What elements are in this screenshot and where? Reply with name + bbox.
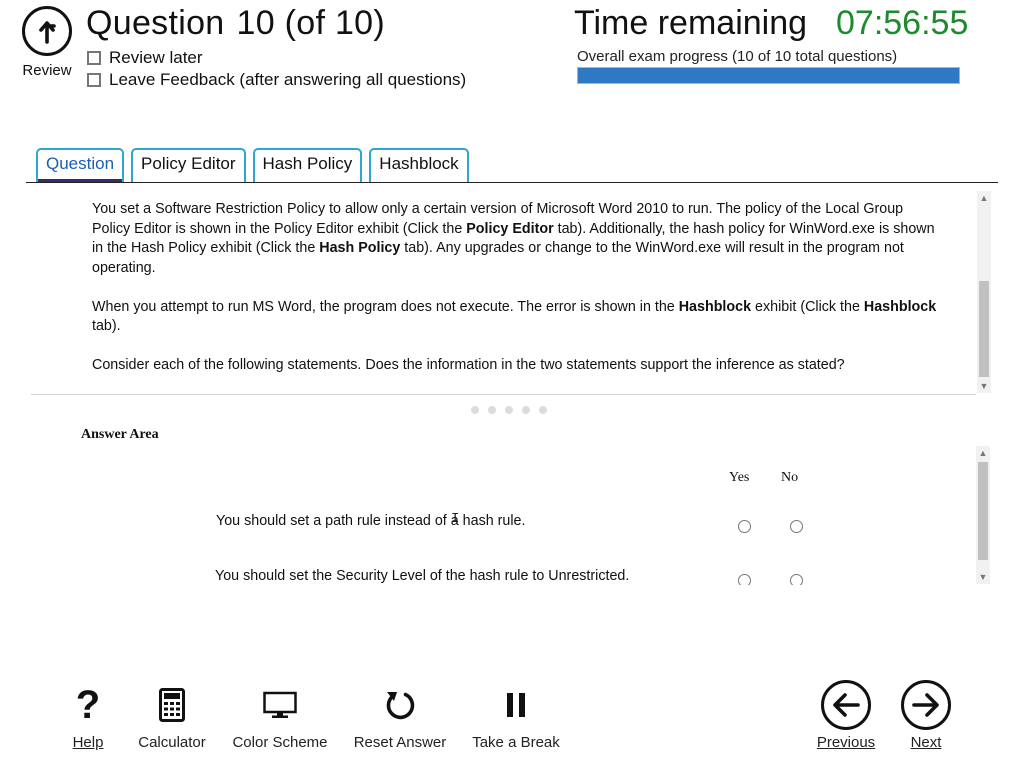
scrollbar-thumb[interactable] (978, 462, 988, 560)
text-run: tab). (92, 318, 121, 334)
previous-label: Previous (816, 734, 876, 751)
color-scheme-label: Color Scheme (232, 734, 328, 751)
help-label: Help (72, 734, 104, 751)
review-label: Review (22, 62, 72, 79)
no-column-header: No (781, 470, 799, 485)
scroll-down-icon[interactable]: ▼ (976, 570, 990, 584)
yes-column-header: Yes (729, 470, 750, 485)
statement-1-yes-radio[interactable] (738, 520, 751, 533)
answer-scrollbar[interactable]: ▲ ▼ (976, 446, 990, 584)
monitor-icon (230, 683, 330, 727)
exam-progress-bar (577, 67, 960, 84)
tab-question[interactable]: Question (36, 148, 125, 183)
time-remaining-label: Time remaining (574, 4, 808, 42)
handle-dot (522, 406, 530, 414)
handle-dot (488, 406, 496, 414)
question-paragraph: You set a Software Restriction Policy to… (92, 200, 942, 278)
arrow-left-icon (821, 680, 871, 730)
tab-hashblock[interactable]: Hashblock (369, 148, 469, 182)
next-button[interactable]: Next (898, 680, 954, 751)
review-button[interactable]: Review (18, 6, 76, 79)
previous-button[interactable]: Previous (815, 680, 877, 751)
question-mark-icon: ? (75, 683, 101, 727)
statement-1: You should set a path rule instead of a … (216, 513, 526, 529)
question-progress: 10 (of 10) (236, 4, 386, 42)
exhibit-tabs: Question Policy Editor Hash Policy Hashb… (36, 148, 476, 183)
text-bold: Hashblock (863, 298, 937, 315)
statement-2-no-radio[interactable] (790, 574, 803, 585)
arrow-right-icon (901, 680, 951, 730)
exam-progress-label: Overall exam progress (10 of 10 total qu… (577, 48, 898, 65)
handle-dot (471, 406, 479, 414)
help-button[interactable]: ? Help (64, 683, 112, 751)
statement-2-radio-clip (730, 570, 820, 585)
checkbox-box[interactable] (87, 51, 101, 65)
question-scrollbar[interactable]: ▲ ▼ (977, 191, 991, 393)
tab-policy-editor[interactable]: Policy Editor (131, 148, 246, 182)
checkbox-box[interactable] (87, 73, 101, 87)
text-run: When you attempt to run MS Word, the pro… (92, 298, 679, 315)
statement-1-no-radio[interactable] (790, 520, 803, 533)
review-later-label: Review later (109, 48, 203, 67)
calculator-label: Calculator (138, 734, 206, 751)
take-break-button[interactable]: Take a Break (470, 683, 562, 751)
next-label: Next (910, 734, 942, 751)
reset-arrow-icon (351, 683, 449, 727)
exam-progress-fill (578, 68, 959, 83)
calculator-button[interactable]: Calculator (137, 683, 207, 751)
scroll-up-icon[interactable]: ▲ (976, 446, 990, 460)
text-bold: Hash Policy (319, 240, 401, 256)
color-scheme-button[interactable]: Color Scheme (230, 683, 330, 751)
question-paragraph: When you attempt to run MS Word, the pro… (92, 298, 942, 337)
text-cursor-icon: I (451, 511, 460, 527)
handle-dot (505, 406, 513, 414)
statement-2: You should set the Security Level of the… (215, 568, 630, 584)
statement-2-yes-radio[interactable] (738, 574, 751, 585)
answer-area-title: Answer Area (81, 427, 159, 442)
leave-feedback-label: Leave Feedback (after answering all ques… (109, 70, 467, 89)
review-later-checkbox[interactable]: Review later (87, 48, 203, 68)
take-break-label: Take a Break (472, 734, 560, 751)
next-icon-wrap (898, 680, 954, 730)
question-paragraph: Consider each of the following statement… (92, 357, 845, 373)
return-arrow-icon (22, 6, 72, 56)
pause-icon (470, 683, 562, 727)
text-run: exhibit (Click the (751, 298, 864, 315)
question-word: Question (86, 4, 225, 42)
calculator-icon (137, 683, 207, 727)
scroll-up-icon[interactable]: ▲ (977, 191, 991, 205)
text-bold: Hashblock (678, 298, 752, 315)
pane-resize-handle[interactable] (471, 406, 556, 414)
scroll-down-icon[interactable]: ▼ (977, 379, 991, 393)
previous-icon-wrap (815, 680, 877, 730)
tab-divider (26, 182, 998, 183)
scrollbar-thumb[interactable] (979, 281, 989, 377)
leave-feedback-checkbox[interactable]: Leave Feedback (after answering all ques… (87, 70, 466, 90)
text-bold: Policy Editor (466, 220, 554, 237)
handle-dot (539, 406, 547, 414)
question-title: Question 10 (of 10) (86, 4, 385, 43)
reset-answer-label: Reset Answer (353, 734, 447, 751)
tab-hash-policy[interactable]: Hash Policy (252, 148, 363, 182)
reset-answer-button[interactable]: Reset Answer (351, 683, 449, 751)
time-remaining-value: 07:56:55 (836, 4, 969, 42)
question-text: You set a Software Restriction Policy to… (92, 200, 942, 395)
pane-divider (31, 394, 976, 395)
